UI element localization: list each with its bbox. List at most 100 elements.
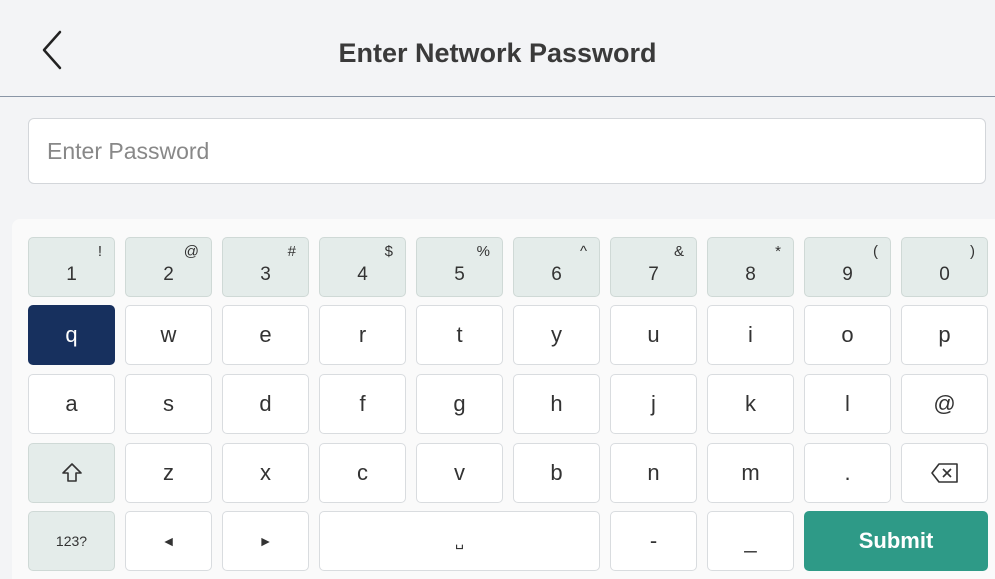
key-label: 9: [842, 264, 853, 285]
space-key-label: ␣: [455, 532, 464, 549]
key-label: 2: [163, 264, 174, 285]
key-k-label: k: [745, 391, 756, 416]
key-alt-label: ^: [579, 243, 587, 260]
key-label: 6: [551, 264, 562, 285]
key-alt-label: #: [287, 243, 296, 260]
key-3[interactable]: #3: [222, 237, 309, 297]
key-2[interactable]: @2: [125, 237, 212, 297]
key-f-label: f: [359, 391, 366, 416]
key-p[interactable]: p: [901, 305, 988, 365]
key-h[interactable]: h: [513, 374, 600, 434]
key-m[interactable]: m: [707, 443, 794, 503]
backspace-key[interactable]: [901, 443, 988, 503]
key-alt-label: ): [970, 243, 975, 260]
key-e[interactable]: e: [222, 305, 309, 365]
key-5[interactable]: % 5: [416, 237, 503, 297]
key-alt-label: &: [673, 243, 684, 260]
key-4[interactable]: $4: [319, 237, 406, 297]
key-0[interactable]: ) 0: [901, 237, 988, 297]
key-v[interactable]: v: [416, 443, 503, 503]
cursor-right-key[interactable]: ►: [222, 511, 309, 571]
key-dash-label: -: [649, 528, 658, 553]
key-at-label: @: [933, 391, 956, 416]
key-n-label: n: [647, 460, 660, 485]
key-9[interactable]: (9: [804, 237, 891, 297]
key-z[interactable]: z: [125, 443, 212, 503]
key-period-label: .: [844, 460, 851, 485]
key-8[interactable]: * 8: [707, 237, 794, 297]
key-i[interactable]: i: [707, 305, 794, 365]
mode-toggle-key[interactable]: 123?: [28, 511, 115, 571]
key-q[interactable]: q: [28, 305, 115, 365]
key-f[interactable]: f: [319, 374, 406, 434]
key-g[interactable]: g: [416, 374, 503, 434]
key-r-label: r: [358, 322, 367, 347]
key-z-label: z: [163, 460, 174, 485]
space-key[interactable]: ␣: [319, 511, 600, 571]
key-c[interactable]: c: [319, 443, 406, 503]
key-j[interactable]: j: [610, 374, 697, 434]
key-label: 0: [939, 264, 950, 285]
key-a-label: a: [65, 391, 78, 416]
key-g-label: g: [453, 391, 466, 416]
key-label: 4: [357, 264, 368, 285]
key-p-label: p: [938, 322, 951, 347]
key-underscore[interactable]: _: [707, 511, 794, 571]
key-label: 7: [648, 264, 659, 285]
key-j-label: j: [651, 391, 656, 416]
key-x[interactable]: x: [222, 443, 309, 503]
key-w[interactable]: w: [125, 305, 212, 365]
key-u-label: u: [647, 322, 660, 347]
key-k[interactable]: k: [707, 374, 794, 434]
key-d[interactable]: d: [222, 374, 309, 434]
cursor-right-key-label: ►: [258, 533, 273, 549]
key-6[interactable]: ^ 6: [513, 237, 600, 297]
key-u[interactable]: u: [610, 305, 697, 365]
key-period[interactable]: .: [804, 443, 891, 503]
key-s[interactable]: s: [125, 374, 212, 434]
key-at[interactable]: @: [901, 374, 988, 434]
key-alt-label: !: [97, 243, 102, 260]
submit-button[interactable]: Submit: [804, 511, 988, 571]
key-h-label: h: [550, 391, 563, 416]
key-w-label: w: [160, 322, 177, 347]
shift-icon: [61, 463, 82, 482]
key-7[interactable]: & 7: [610, 237, 697, 297]
key-t[interactable]: t: [416, 305, 503, 365]
key-i-label: i: [748, 322, 753, 347]
key-n[interactable]: n: [610, 443, 697, 503]
header-bar: Enter Network Password: [0, 0, 995, 97]
shift-key[interactable]: [28, 443, 115, 503]
key-d-label: d: [259, 391, 272, 416]
page-title: Enter Network Password: [338, 38, 657, 68]
key-b[interactable]: b: [513, 443, 600, 503]
key-y[interactable]: y: [513, 305, 600, 365]
key-label: 3: [260, 264, 271, 285]
key-e-label: e: [259, 322, 272, 347]
key-o[interactable]: o: [804, 305, 891, 365]
submit-button-label: Submit: [858, 528, 934, 553]
key-label: 1: [66, 264, 77, 285]
key-v-label: v: [454, 460, 465, 485]
key-dash[interactable]: -: [610, 511, 697, 571]
key-label: 5: [454, 264, 465, 285]
key-l[interactable]: l: [804, 374, 891, 434]
key-r[interactable]: r: [319, 305, 406, 365]
mode-toggle-key-label: 123?: [55, 533, 88, 549]
key-o-label: o: [841, 322, 854, 347]
cursor-left-key[interactable]: ◄: [125, 511, 212, 571]
key-t-label: t: [456, 322, 463, 347]
key-b-label: b: [550, 460, 563, 485]
password-input[interactable]: [28, 118, 986, 184]
key-1[interactable]: ! 1: [28, 237, 115, 297]
backspace-icon: [930, 463, 958, 483]
key-alt-label: %: [476, 243, 490, 260]
key-a[interactable]: a: [28, 374, 115, 434]
key-y-label: y: [551, 322, 562, 347]
on-screen-keyboard: ! 1 @2 #3 $4% 5 ^ 6 & 7 * 8(9) 0 q w e r t y u i o p a s d f g h j k l @…: [12, 219, 995, 579]
key-alt-label: (: [873, 243, 878, 260]
key-alt-label: $: [384, 243, 393, 260]
key-c-label: c: [357, 460, 368, 485]
key-x-label: x: [260, 460, 271, 485]
key-m-label: m: [741, 460, 760, 485]
